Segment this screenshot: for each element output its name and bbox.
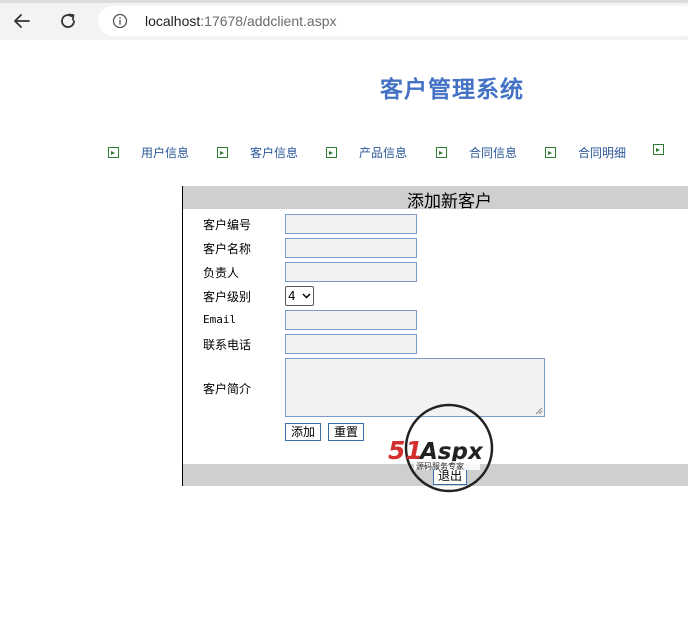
owner-label: 负责人: [203, 266, 240, 280]
add-client-panel: 添加新客户 客户编号 客户名称 负责人 客户级别 4 Email 联系电话 客户…: [182, 186, 688, 486]
resize-handle-icon[interactable]: [535, 407, 543, 415]
arrow-box-icon: [326, 147, 337, 158]
menu-item-client-info[interactable]: 客户信息: [217, 144, 298, 161]
email-input[interactable]: [285, 310, 417, 330]
logout-button[interactable]: 退出: [433, 468, 468, 485]
email-label: Email: [203, 313, 237, 326]
menu-link-client-info[interactable]: 客户信息: [250, 144, 298, 161]
arrow-box-icon: [108, 147, 119, 158]
form-heading: 添加新客户: [407, 192, 492, 212]
phone-label: 联系电话: [203, 338, 252, 352]
arrow-box-icon: [217, 147, 228, 158]
tab-strip-edge: [0, 0, 688, 3]
client-level-label: 客户级别: [203, 290, 252, 304]
client-name-input[interactable]: [285, 238, 417, 258]
arrow-box-icon: [653, 144, 664, 155]
menu-link-contract-info[interactable]: 合同信息: [469, 144, 517, 161]
owner-input[interactable]: [285, 262, 417, 282]
reset-button[interactable]: 重置: [328, 423, 365, 441]
client-level-select[interactable]: 4: [285, 286, 314, 306]
panel-header: 添加新客户: [183, 186, 688, 212]
address-bar[interactable]: localhost:17678/addclient.aspx: [98, 6, 688, 36]
intro-textarea[interactable]: [285, 358, 545, 417]
url-host: localhost: [145, 13, 201, 29]
menu-item-contract-detail[interactable]: 合同明细: [545, 144, 626, 161]
menu-link-user-info[interactable]: 用户信息: [141, 144, 189, 161]
menu-link-product-info[interactable]: 产品信息: [359, 144, 407, 161]
url-path: :17678/addclient.aspx: [200, 13, 337, 29]
client-no-input[interactable]: [285, 214, 417, 234]
client-level-value: 4: [288, 289, 296, 303]
menu-item-trailing[interactable]: [653, 144, 686, 155]
client-name-label: 客户名称: [203, 242, 252, 256]
phone-input[interactable]: [285, 334, 417, 354]
menu-link-contract-detail[interactable]: 合同明细: [578, 144, 626, 161]
arrow-box-icon: [545, 147, 556, 158]
info-icon[interactable]: [112, 13, 128, 33]
url-text[interactable]: localhost:17678/addclient.aspx: [145, 13, 336, 29]
back-button[interactable]: [8, 8, 36, 34]
client-no-label: 客户编号: [203, 218, 252, 232]
chevron-down-icon: [302, 293, 311, 299]
reload-icon: [61, 13, 75, 28]
browser-toolbar: localhost:17678/addclient.aspx: [0, 0, 688, 40]
menu-item-contract-info[interactable]: 合同信息: [436, 144, 517, 161]
menu-item-user-info[interactable]: 用户信息: [108, 144, 189, 161]
add-button[interactable]: 添加: [285, 423, 322, 441]
menu-item-product-info[interactable]: 产品信息: [326, 144, 407, 161]
arrow-box-icon: [436, 147, 447, 158]
page-title: 客户管理系统: [380, 77, 524, 103]
reload-button[interactable]: [54, 8, 82, 34]
intro-label: 客户简介: [203, 382, 252, 396]
back-arrow-icon: [14, 14, 30, 28]
